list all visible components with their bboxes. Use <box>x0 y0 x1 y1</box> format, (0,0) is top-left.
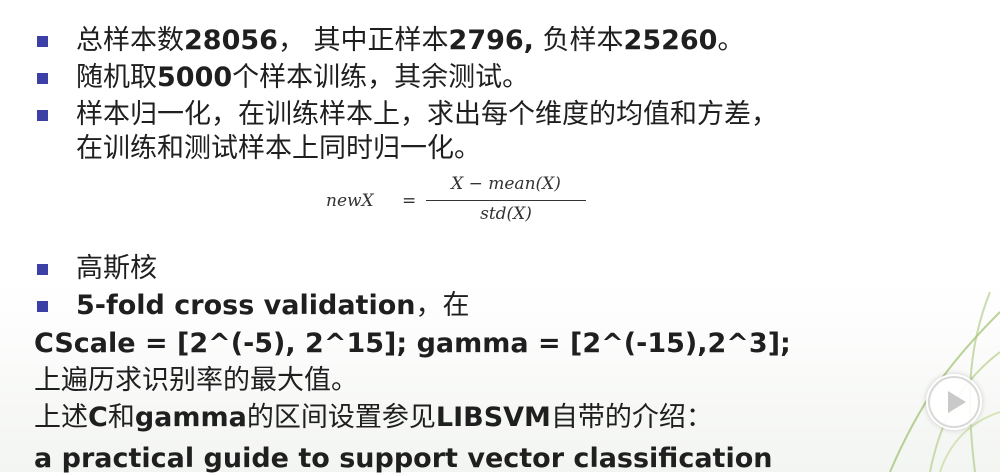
text-segment: ， 其中正样本 <box>277 25 449 56</box>
cscale-gamma-line: CScale = [2^(-5), 2^15]; gamma = [2^(-15… <box>34 327 791 361</box>
text-segment: 的区间设置参见 <box>246 402 436 433</box>
bullet-marker <box>37 264 48 275</box>
text-segment: C <box>88 402 108 433</box>
text-segment: 28056 <box>184 25 278 56</box>
text-segment: 负样本 <box>533 25 624 56</box>
slide: 总样本数28056， 其中正样本2796, 负样本25260。 随机取5000个… <box>0 0 1000 474</box>
text-segment: ，在 <box>415 290 470 321</box>
bullet-marker <box>37 36 48 47</box>
bullet-marker <box>37 301 48 312</box>
bullet-text-4: 高斯核 <box>76 252 157 286</box>
text-segment: 5000 <box>157 62 233 93</box>
text-segment: CScale = [2^(-5), 2^15]; gamma = [2^(-15… <box>34 328 791 359</box>
text-segment: 高斯核 <box>76 253 157 284</box>
text-segment: 个样本训练，其余测试。 <box>232 62 530 93</box>
text-segment: 和 <box>107 402 135 433</box>
text-segment: 2796, <box>448 25 534 56</box>
bullet-text-3-continuation: 在训练和测试样本上同时归一化。 <box>76 133 481 164</box>
text-segment: 随机取 <box>76 62 157 93</box>
play-icon <box>928 376 980 428</box>
formula-denominator: std(X) <box>480 204 532 224</box>
formula-lhs: newX <box>326 191 374 211</box>
formula-equals: = <box>402 191 417 211</box>
formula-fraction: X − mean(X) std(X) <box>426 174 586 224</box>
bullet-marker <box>37 73 48 84</box>
fraction-bar <box>426 200 586 201</box>
text-segment: gamma <box>134 402 247 433</box>
text-segment: 5-fold cross validation <box>76 290 416 321</box>
play-button[interactable] <box>926 374 982 430</box>
text-segment: a practical guide to support vector clas… <box>34 443 773 474</box>
bullet-text-1: 总样本数28056， 其中正样本2796, 负样本25260。 <box>76 24 744 58</box>
text-segment: 25260 <box>623 25 718 56</box>
text-segment: 总样本数 <box>76 25 184 56</box>
bullet-text-5: 5-fold cross validation，在 <box>76 289 470 323</box>
text-segment: 上遍历求识别率的最大值。 <box>34 365 358 396</box>
bullet-marker <box>37 110 48 121</box>
reference-line: 上述C和gamma的区间设置参见LIBSVM自带的介绍： <box>34 401 713 435</box>
text-segment: 样本归一化，在训练样本上，求出每个维度的均值和方差， <box>76 99 778 130</box>
bullet-text-2: 随机取5000个样本训练，其余测试。 <box>76 61 529 95</box>
text-segment: 上述 <box>34 402 88 433</box>
text-segment: LIBSVM <box>435 402 551 433</box>
formula-numerator: X − mean(X) <box>451 174 561 194</box>
decorative-leaves <box>889 291 1000 472</box>
text-segment: 。 <box>717 25 745 56</box>
text-segment: 自带的介绍： <box>550 402 713 433</box>
guide-title-line: a practical guide to support vector clas… <box>34 442 772 476</box>
bullet-text-3: 样本归一化，在训练样本上，求出每个维度的均值和方差， <box>76 98 778 132</box>
search-max-line: 上遍历求识别率的最大值。 <box>34 364 358 398</box>
